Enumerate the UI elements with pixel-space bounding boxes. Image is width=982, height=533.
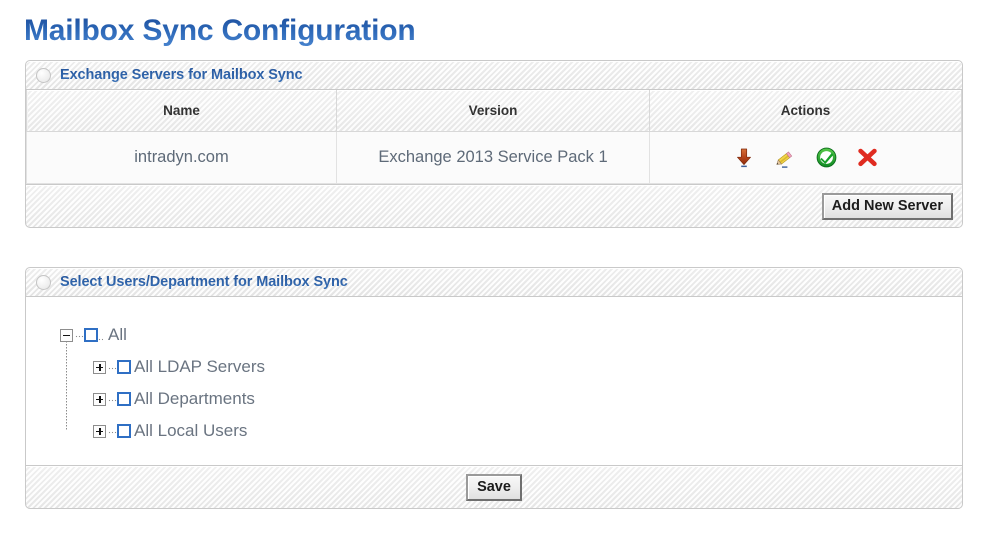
select-users-panel-title: Select Users/Department for Mailbox Sync <box>60 274 348 290</box>
cell-server-actions <box>649 131 962 184</box>
table-row: intradyn.com Exchange 2013 Service Pack … <box>26 131 962 184</box>
tree-connector-dots <box>108 424 117 438</box>
mailbox-sync-configuration-page: Mailbox Sync Configuration Exchange Serv… <box>0 0 982 533</box>
select-users-panel-header[interactable]: Select Users/Department for Mailbox Sync <box>25 267 963 297</box>
cell-server-name: intradyn.com <box>26 131 337 184</box>
expand-plus-icon[interactable] <box>93 424 106 438</box>
tree-connector-dots <box>98 328 103 342</box>
column-header-version[interactable]: Version <box>336 90 650 132</box>
circle-toggle-icon[interactable] <box>36 67 51 83</box>
checkbox-all-ldap-servers[interactable] <box>117 360 131 374</box>
cell-server-version: Exchange 2013 Service Pack 1 <box>336 131 650 184</box>
exchange-servers-panel-title: Exchange Servers for Mailbox Sync <box>60 67 303 83</box>
red-x-delete-icon[interactable] <box>856 147 878 169</box>
tree-label-all-ldap-servers: All LDAP Servers <box>134 357 266 376</box>
exchange-servers-table: Name Version Actions intradyn.com Exchan… <box>26 90 962 184</box>
tree-node-all[interactable]: All <box>60 319 962 351</box>
pencil-edit-icon[interactable] <box>774 147 796 169</box>
exchange-servers-table-body: Name Version Actions intradyn.com Exchan… <box>25 90 963 185</box>
tree-node-all-ldap-servers[interactable]: All LDAP Servers <box>93 351 962 383</box>
select-users-panel-footer: Save <box>25 466 963 509</box>
download-arrow-icon[interactable] <box>733 147 755 169</box>
collapse-minus-icon[interactable] <box>60 328 73 342</box>
tree-label-all-departments: All Departments <box>134 389 255 408</box>
exchange-servers-panel-footer: Add New Server <box>25 185 963 228</box>
checkbox-all-local-users[interactable] <box>117 424 131 438</box>
tree-connector-dots <box>108 360 117 374</box>
select-users-panel: Select Users/Department for Mailbox Sync… <box>25 267 963 509</box>
tree-vertical-rail <box>66 341 67 431</box>
exchange-servers-panel-header[interactable]: Exchange Servers for Mailbox Sync <box>25 60 963 90</box>
tree-label-all: All <box>108 325 127 344</box>
column-header-actions[interactable]: Actions <box>649 90 962 132</box>
table-header-row: Name Version Actions <box>26 90 962 132</box>
expand-plus-icon[interactable] <box>93 360 106 374</box>
users-department-tree: All All LDAP Servers All Departments All… <box>26 297 962 465</box>
tree-node-all-local-users[interactable]: All Local Users <box>93 415 962 447</box>
circle-toggle-icon[interactable] <box>36 274 51 290</box>
add-new-server-button[interactable]: Add New Server <box>821 192 953 220</box>
tree-children-group: All LDAP Servers All Departments All Loc… <box>60 341 962 447</box>
action-icon-group <box>651 147 960 169</box>
page-title: Mailbox Sync Configuration <box>24 14 416 47</box>
tree-connector-dots <box>75 328 84 342</box>
select-users-tree-body: All All LDAP Servers All Departments All… <box>25 297 963 466</box>
save-button[interactable]: Save <box>466 473 522 501</box>
column-header-name[interactable]: Name <box>26 90 337 132</box>
tree-node-all-departments[interactable]: All Departments <box>93 383 962 415</box>
tree-connector-dots <box>108 392 117 406</box>
checkbox-all-departments[interactable] <box>117 392 131 406</box>
check-circle-icon[interactable] <box>815 147 837 169</box>
exchange-servers-panel: Exchange Servers for Mailbox Sync Name V… <box>25 60 963 228</box>
expand-plus-icon[interactable] <box>93 392 106 406</box>
checkbox-all[interactable] <box>84 328 98 342</box>
tree-label-all-local-users: All Local Users <box>134 421 248 440</box>
